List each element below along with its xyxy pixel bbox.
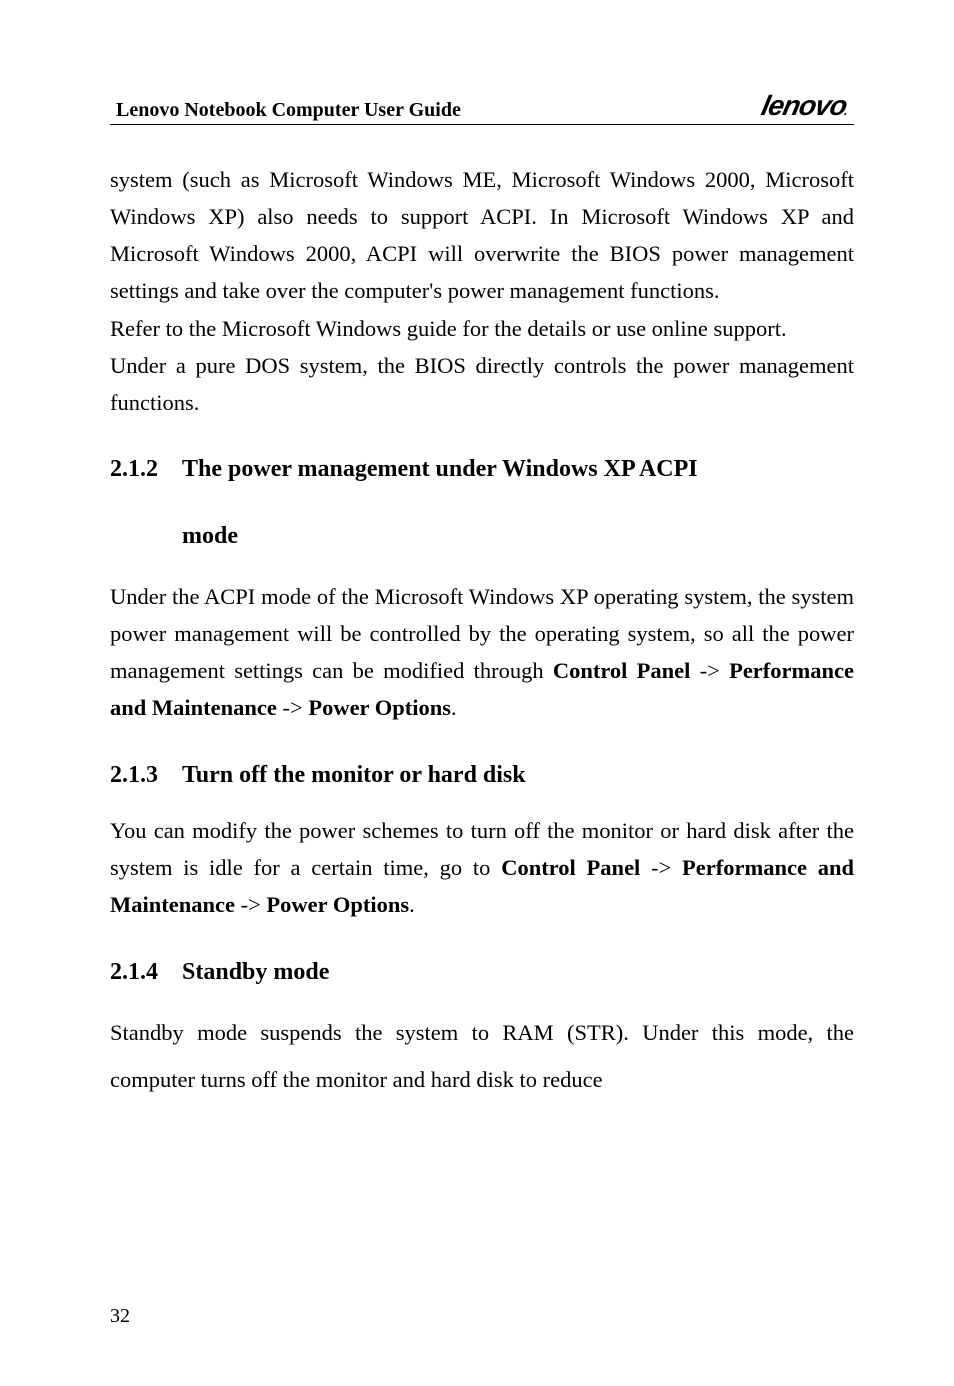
section-title-line1: The power management under Windows XP AC…: [182, 456, 698, 482]
text-run: ->: [277, 695, 308, 720]
bold-run: Control Panel: [501, 855, 640, 880]
text-run: ->: [690, 658, 729, 683]
brand-logo: lenovo.: [758, 90, 857, 122]
header-title: Lenovo Notebook Computer User Guide: [110, 99, 461, 122]
text-run: ->: [640, 855, 682, 880]
body-paragraph: Standby mode suspends the system to RAM …: [110, 1009, 854, 1104]
section-title: Turn off the monitor or hard disk: [182, 762, 526, 788]
bold-run: Power Options: [266, 892, 409, 917]
section-heading-214: 2.1.4 Standby mode: [110, 950, 854, 996]
bold-run: Power Options: [308, 695, 451, 720]
section-number: 2.1.4: [110, 950, 158, 996]
body-paragraph: system (such as Microsoft Windows ME, Mi…: [110, 161, 854, 310]
section-title: Standby mode: [182, 959, 329, 985]
body-paragraph: Under a pure DOS system, the BIOS direct…: [110, 347, 854, 421]
body-paragraph: Refer to the Microsoft Windows guide for…: [110, 310, 854, 347]
section-title-line2: mode: [182, 514, 854, 560]
text-run: ->: [235, 892, 266, 917]
section-number: 2.1.3: [110, 753, 158, 799]
section-number: 2.1.2: [110, 447, 158, 493]
brand-text: lenovo: [759, 90, 850, 121]
bold-run: Control Panel: [553, 658, 691, 683]
text-run: .: [409, 892, 415, 917]
page-header: Lenovo Notebook Computer User Guide leno…: [110, 90, 854, 125]
section-heading-213: 2.1.3 Turn off the monitor or hard disk: [110, 753, 854, 799]
body-paragraph: You can modify the power schemes to turn…: [110, 812, 854, 923]
page-number: 32: [110, 1305, 130, 1328]
text-run: .: [451, 695, 457, 720]
section-heading-212: 2.1.2 The power management under Windows …: [110, 447, 854, 560]
body-paragraph: Under the ACPI mode of the Microsoft Win…: [110, 578, 854, 727]
